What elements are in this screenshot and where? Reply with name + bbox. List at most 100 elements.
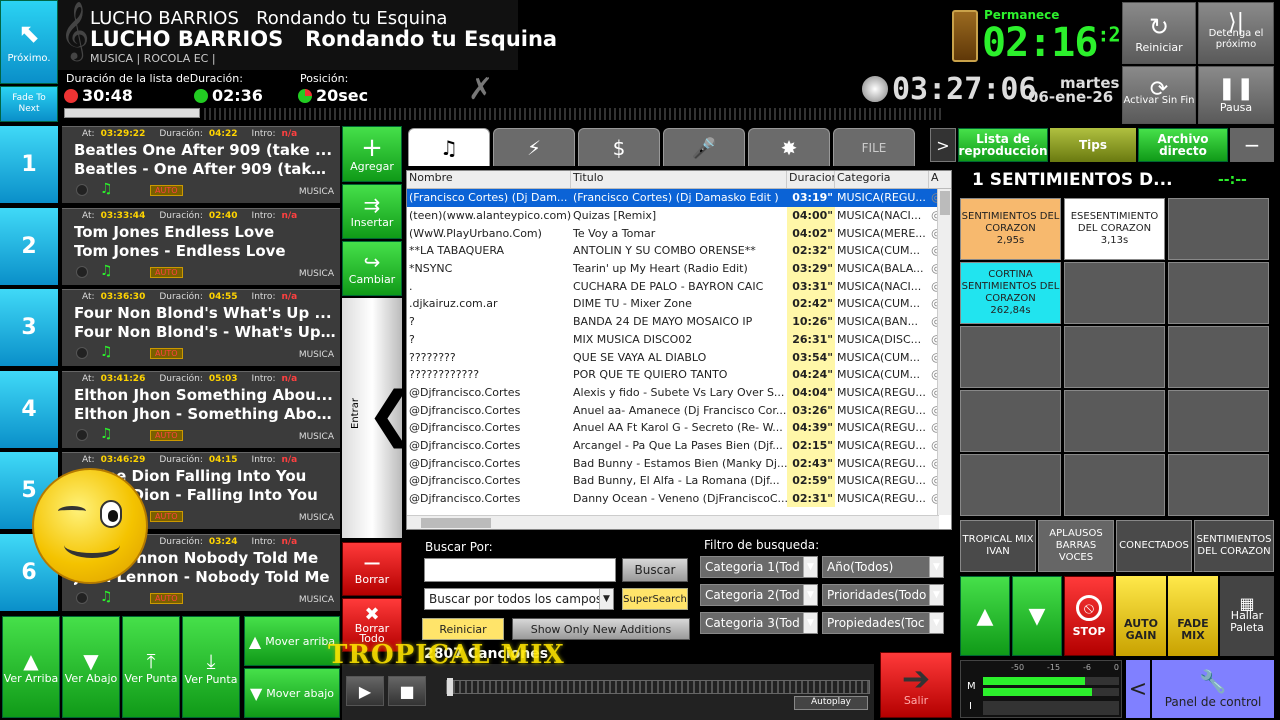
palette-slot[interactable] [1168, 326, 1269, 388]
priorities-select[interactable]: Prioridades(Todo ▼ [822, 584, 944, 606]
table-row[interactable]: ? MIX MUSICA DISCO02 26:31" MUSICA(DISC.… [407, 330, 939, 349]
view-top-button[interactable]: ⤒ Ver Punta [122, 616, 180, 718]
auto-badge[interactable]: AUTO [150, 185, 183, 196]
control-panel-button[interactable]: 🔧 Panel de control [1152, 660, 1274, 718]
palette-slot[interactable] [1064, 390, 1165, 452]
palette-up-button[interactable]: ▲ [960, 576, 1010, 656]
queue-status-dot[interactable] [76, 428, 88, 441]
queue-number-1[interactable]: 1 [0, 126, 58, 203]
table-row[interactable]: ???????? QUE SE VAYA AL DIABLO 03:54" MU… [407, 348, 939, 366]
table-row[interactable]: @Djfrancisco.Cortes Anuel AA Ft Karol G … [407, 418, 939, 437]
show-new-additions-button[interactable]: Show Only New Additions [512, 618, 690, 640]
properties-select[interactable]: Propiedades(Toc ▼ [822, 612, 944, 634]
queue-status-dot[interactable] [76, 265, 88, 278]
queue-item[interactable]: At: 03:29:22 Duración: 04:22 Intro: n/a Bea… [62, 126, 340, 203]
collapse-button[interactable]: < [1126, 660, 1150, 718]
palette-tab-sentimientos[interactable]: SENTIMIENTOS DEL CORAZON [1194, 520, 1274, 572]
auto-badge[interactable]: AUTO [150, 511, 183, 522]
column-duration[interactable]: Duracion [787, 171, 835, 188]
search-mode-select[interactable]: Buscar por todos los campos ▼ [424, 588, 614, 610]
column-name[interactable]: Nombre [407, 171, 571, 188]
table-row[interactable]: **LA TABAQUERA ANTOLIN Y SU COMBO ORENSE… [407, 242, 939, 260]
auto-badge[interactable]: AUTO [150, 348, 183, 359]
autoplay-button[interactable]: Autoplay [794, 696, 868, 710]
palette-slot[interactable]: CORTINA SENTIMIENTOS DEL CORAZON 262,84s [960, 262, 1061, 324]
queue-status-dot[interactable] [76, 347, 88, 359]
palette-slot[interactable] [1168, 454, 1269, 516]
auto-badge[interactable]: AUTO [150, 266, 183, 278]
palette-tab-aplausos[interactable]: APLAUSOS BARRAS VOCES [1038, 520, 1114, 572]
preview-slider[interactable] [446, 678, 870, 696]
playlist-button[interactable]: Lista de reproducción [958, 128, 1048, 162]
table-row[interactable]: . CUCHARA DE PALO - BAYRON CAIC 03:31" M… [407, 277, 939, 296]
minimize-button[interactable]: − [1230, 128, 1274, 162]
tab-ads[interactable]: $ [578, 128, 660, 166]
palette-down-button[interactable]: ▼ [1012, 576, 1062, 656]
table-row[interactable]: @Djfrancisco.Cortes Alexis y fido - Sube… [407, 383, 939, 402]
exit-button[interactable]: ➔ Salir [880, 652, 952, 718]
tips-button[interactable]: Tips [1050, 128, 1136, 162]
palette-slot[interactable] [1064, 262, 1165, 324]
table-row[interactable]: *NSYNC Tearin' up My Heart (Radio Edit) … [407, 259, 939, 278]
insert-button[interactable]: ⇉ Insertar [342, 184, 402, 239]
tab-voice[interactable]: 🎤 [663, 128, 745, 166]
fade-to-next-button[interactable]: Fade To Next [0, 86, 58, 122]
queue-status-dot[interactable] [76, 591, 88, 604]
table-row[interactable]: @Djfrancisco.Cortes Anuel aa- Amanece (D… [407, 401, 939, 419]
category2-select[interactable]: Categoria 2(Tod ▼ [700, 584, 818, 606]
queue-number-4[interactable]: 4 [0, 370, 58, 448]
horizontal-scrollbar[interactable] [407, 515, 939, 529]
find-palette-button[interactable]: ▦ Hallar Paleta [1220, 576, 1274, 656]
tab-scroll-right[interactable]: > [930, 128, 956, 162]
stop-preview-button[interactable]: ■ [388, 676, 426, 706]
table-row[interactable]: (WwW.PlayUrbano.Com) Te Voy a Tomar 04:0… [407, 224, 939, 243]
clear-icon[interactable]: ✗ [468, 72, 493, 107]
stop-next-button[interactable]: ⟩| Detenga el próximo [1198, 2, 1274, 64]
add-button[interactable]: + Agregar [342, 126, 402, 182]
move-up-button[interactable]: ▲ Mover arriba [244, 616, 340, 666]
search-input[interactable] [424, 558, 616, 582]
palette-slot[interactable] [1064, 454, 1165, 516]
year-select[interactable]: Año(Todos) ▼ [822, 556, 944, 578]
column-a[interactable]: A [929, 171, 939, 188]
queue-status-dot[interactable] [76, 184, 88, 196]
tab-music[interactable]: ♫ [408, 128, 490, 166]
enter-button[interactable]: Entrar ❮ [342, 298, 416, 538]
table-row[interactable]: @Djfrancisco.Cortes Danny Ocean - Veneno… [407, 489, 939, 508]
delete-button[interactable]: − Borrar [342, 542, 402, 596]
palette-slot[interactable] [1168, 262, 1269, 324]
tab-file[interactable]: FILE [833, 128, 915, 166]
auto-badge[interactable]: AUTO [150, 429, 183, 441]
category1-select[interactable]: Categoria 1(Tod ▼ [700, 556, 818, 578]
palette-slot[interactable] [1168, 198, 1269, 260]
table-row[interactable]: @Djfrancisco.Cortes Bad Bunny, El Alfa -… [407, 472, 939, 490]
column-title[interactable]: Titulo [571, 171, 787, 188]
supersearch-button[interactable]: SuperSearch [622, 588, 688, 610]
table-row[interactable]: (teen)(www.alanteypico.com) Quizas [Remi… [407, 206, 939, 225]
palette-slot[interactable] [1064, 326, 1165, 388]
reset-search-button[interactable]: Reiniciar [422, 618, 504, 640]
palette-slot[interactable] [1168, 390, 1269, 452]
table-row[interactable]: .djkairuz.com.ar DIME TU - Mixer Zone 02… [407, 295, 939, 313]
queue-item[interactable]: At: 03:41:26 Duración: 05:03 Intro: n/a Elt… [62, 370, 340, 448]
column-category[interactable]: Categoria [835, 171, 929, 188]
direct-file-button[interactable]: Archivo directo [1138, 128, 1228, 162]
move-down-button[interactable]: ▼ Mover abajo [244, 668, 340, 718]
tab-effects[interactable]: ✸ [748, 128, 830, 166]
table-row[interactable]: (Francisco Cortes) (Dj Dam... (Francisco… [407, 189, 939, 207]
table-row[interactable]: @Djfrancisco.Cortes Arcangel - Pa Que La… [407, 436, 939, 455]
queue-number-3[interactable]: 3 [0, 289, 58, 366]
queue-item[interactable]: At: 03:33:44 Duración: 02:40 Intro: n/a Tom… [62, 207, 340, 285]
view-bottom-button[interactable]: ⤓ Ver Punta [182, 616, 240, 718]
restart-button[interactable]: ↻ Reiniciar [1122, 2, 1196, 64]
palette-slot[interactable]: SENTIMIENTOS DEL CORAZON 2,95s [960, 198, 1061, 260]
table-row[interactable]: @Djfrancisco.Cortes Bad Bunny - Estamos … [407, 454, 939, 472]
palette-slot[interactable]: ESESENTIMIENTO DEL CORAZON 3,13s [1064, 198, 1165, 260]
palette-slot[interactable] [960, 390, 1061, 452]
table-row[interactable]: ???????????? POR QUE TE QUIERO TANTO 04:… [407, 365, 939, 384]
next-button[interactable]: ⬉ Próximo. [0, 0, 58, 84]
table-row[interactable]: ? BANDA 24 DE MAYO MOSAICO IP 10:26" MUS… [407, 312, 939, 331]
category3-select[interactable]: Categoria 3(Tod ▼ [700, 612, 818, 634]
tab-jingles[interactable]: ⚡ [493, 128, 575, 166]
fade-mix-button[interactable]: FADE MIX [1168, 576, 1218, 656]
